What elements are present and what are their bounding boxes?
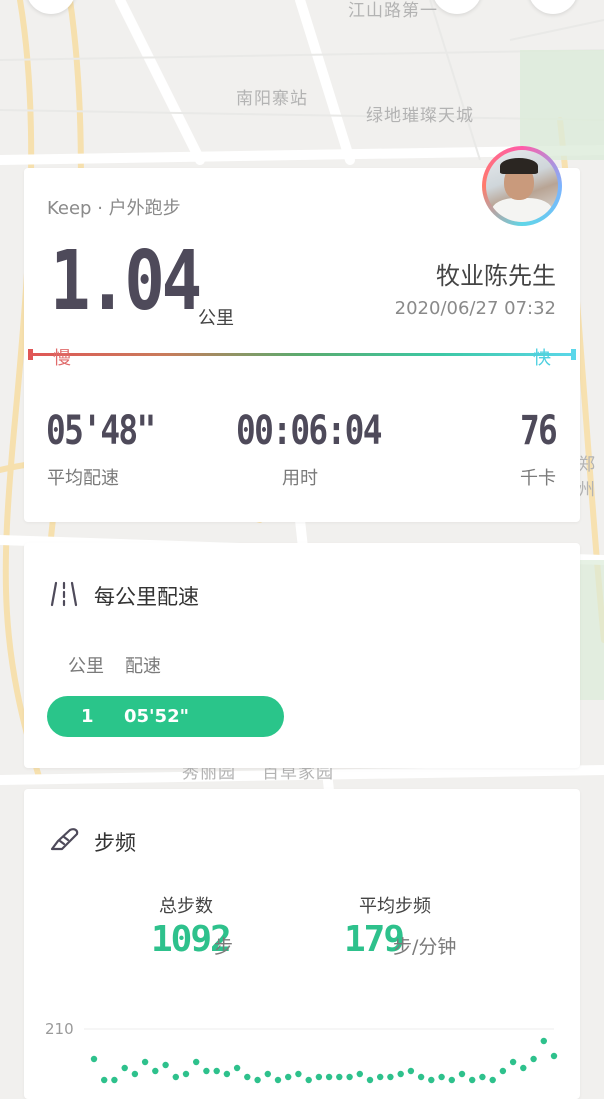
distance-unit: 公里 (198, 308, 234, 329)
cadence-point (295, 1070, 302, 1078)
cadence-point (182, 1070, 190, 1078)
avg-pace-value: 05'48" (46, 408, 156, 454)
cadence-point (438, 1073, 445, 1081)
cadence-point (131, 1070, 139, 1078)
cadence-point (111, 1076, 118, 1084)
cadence-point (121, 1064, 128, 1072)
cadence-point (448, 1076, 455, 1084)
cadence-point (346, 1073, 353, 1081)
cadence-point (244, 1073, 251, 1081)
splits-card: 每公里配速 公里 配速 1 05'52" (24, 543, 580, 768)
road-icon (50, 581, 78, 607)
cadence-point (254, 1076, 261, 1084)
cadence-point (387, 1073, 394, 1081)
cadence-point (172, 1073, 179, 1081)
split-pace: 05'52" (124, 706, 189, 727)
duration-label: 用时 (282, 468, 318, 489)
cadence-point (530, 1055, 537, 1063)
splits-title: 每公里配速 (94, 585, 199, 609)
cadence-point (366, 1076, 374, 1084)
cadence-point (356, 1070, 363, 1078)
avg-pace-label: 平均配速 (47, 468, 119, 489)
cadence-point (223, 1070, 231, 1078)
cadence-point (397, 1070, 404, 1078)
cadence-point (509, 1058, 517, 1066)
y-tick-label: 210 (45, 1020, 74, 1038)
map-label: 郑州 (578, 455, 596, 500)
calories-value: 76 (519, 408, 558, 454)
map-label: 江山路第一 (348, 1, 438, 21)
cadence-point (428, 1076, 435, 1084)
cadence-point (162, 1061, 169, 1069)
cadence-card: 步频 总步数 1092 步 平均步频 179 步/分钟 210 (24, 789, 580, 1099)
run-summary-card: Keep · 户外跑步 1.04 公里 牧业陈先生 2020/06/27 07:… (24, 146, 580, 522)
pace-gradient-bar (28, 353, 576, 356)
run-datetime: 2020/06/27 07:32 (394, 298, 556, 319)
distance-value: 1.04 (50, 234, 202, 329)
cadence-point (152, 1067, 159, 1075)
activity-type-label: Keep · 户外跑步 (47, 198, 181, 219)
cadence-point (233, 1064, 241, 1072)
cadence-point (90, 1055, 98, 1063)
cadence-point (193, 1058, 200, 1066)
cadence-point (499, 1067, 507, 1075)
duration-value: 00:06:04 (236, 408, 382, 454)
map-label: 南阳寨站 (236, 89, 308, 109)
cadence-point (285, 1073, 292, 1081)
avatar[interactable] (482, 146, 562, 226)
cadence-point (540, 1037, 547, 1045)
splits-col-km: 公里 (68, 656, 104, 677)
username: 牧业陈先生 (436, 262, 556, 290)
cadence-chart (84, 1028, 558, 1084)
slow-marker (28, 349, 33, 360)
fast-marker (571, 349, 576, 360)
cadence-point (407, 1067, 415, 1075)
cadence-point (520, 1064, 527, 1072)
cadence-point (550, 1052, 558, 1060)
cadence-point (489, 1076, 496, 1084)
cadence-point (305, 1076, 312, 1084)
splits-col-pace: 配速 (125, 656, 161, 677)
cadence-point (377, 1073, 384, 1081)
calories-label: 千卡 (520, 468, 556, 489)
cadence-point (203, 1067, 210, 1075)
cadence-point (141, 1058, 149, 1066)
cadence-point (315, 1073, 323, 1081)
slow-label: 慢 (53, 348, 71, 369)
map-label: 绿地璀璨天城 (366, 106, 474, 126)
cadence-point (458, 1070, 466, 1078)
cadence-point (213, 1067, 220, 1075)
split-km: 1 (81, 706, 94, 727)
cadence-point (101, 1076, 108, 1084)
cadence-point (264, 1070, 271, 1078)
fast-label: 快 (533, 348, 551, 369)
avatar-photo (486, 150, 558, 222)
cadence-point (469, 1076, 476, 1084)
cadence-point (274, 1076, 282, 1084)
cadence-point (325, 1073, 333, 1081)
cadence-point (479, 1073, 486, 1081)
cadence-point (417, 1073, 425, 1081)
cadence-point (336, 1073, 343, 1081)
